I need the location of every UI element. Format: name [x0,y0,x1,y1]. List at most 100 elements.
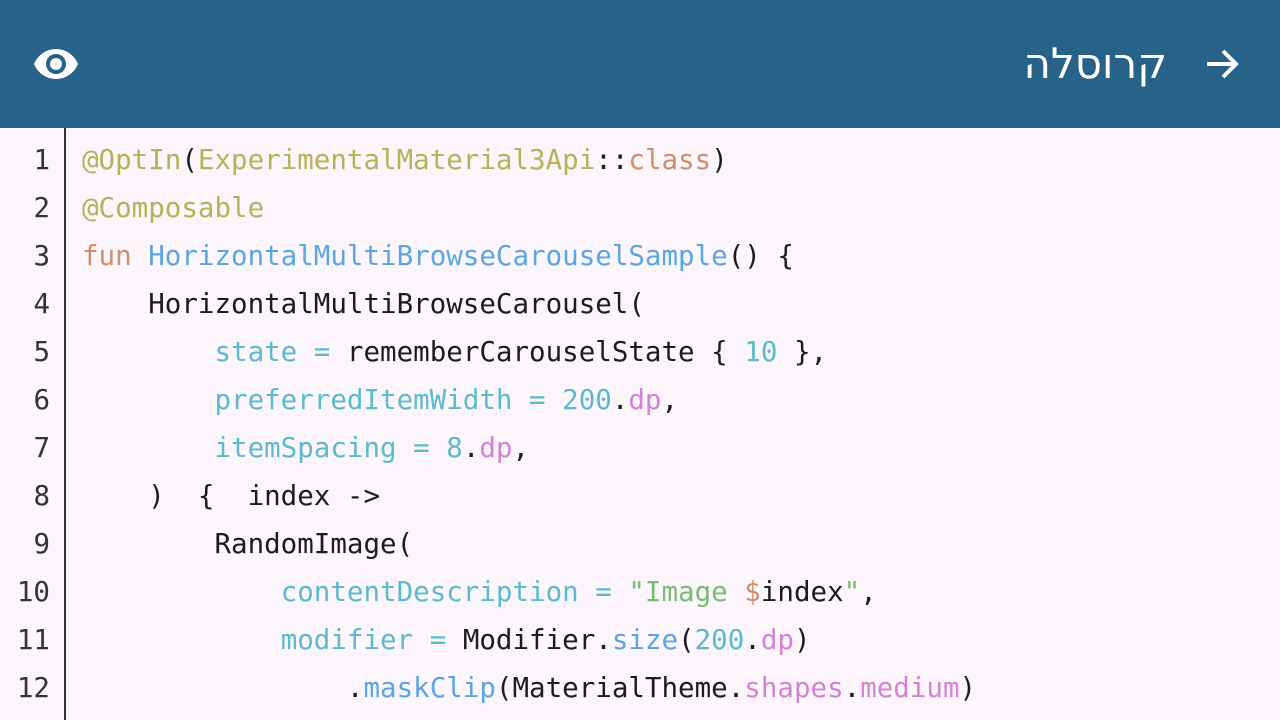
code-line: 10 contentDescription = "Image $index", [0,568,1280,616]
code-token: dp [479,432,513,464]
line-code: fun HorizontalMultiBrowseCarouselSample(… [82,232,794,280]
code-token: 200 [694,624,745,656]
code-token: preferredItemWidth [214,384,513,416]
code-token: Modifier [462,624,596,656]
code-token: dp [760,624,794,656]
eye-icon [34,49,78,79]
code-token: . [611,384,629,416]
code-token: @Composable [82,192,265,224]
code-token: ) [793,624,811,656]
view-toggle-button[interactable] [22,32,90,96]
code-token: ) [959,672,977,704]
code-token: = [396,432,447,464]
code-line: 1 @OptIn(ExperimentalMaterial3Api::class) [0,136,1280,184]
code-token: 10 [744,336,778,368]
code-line: 3 fun HorizontalMultiBrowseCarouselSample… [0,232,1280,280]
line-code: .maskClip(MaterialTheme.shapes.medium) [82,664,976,712]
line-code: contentDescription = "Image $index", [82,568,877,616]
code-token: . [595,624,612,656]
code-token: itemSpacing [214,432,397,464]
line-number: 7 [33,432,50,464]
code-token: . [462,432,480,464]
code-line: 5 state = rememberCarouselState { 10 }, [0,328,1280,376]
code-viewer: 1 @OptIn(ExperimentalMaterial3Api::class)… [0,128,1280,720]
code-line: 2 @Composable [0,184,1280,232]
code-line: 9 RandomImage( [0,520,1280,568]
code-token: " [843,576,861,608]
code-line: 8 ) { index -> [0,472,1280,520]
code-token: dp [628,384,662,416]
code-token: RandomImage( [82,528,414,560]
code-token: . [744,624,761,656]
back-button[interactable] [1190,32,1254,96]
code-token: shapes [744,672,844,704]
line-code: @Composable [82,184,264,232]
code-token: () { [727,240,794,272]
code-token: class [628,144,712,176]
code-token: "Image [628,576,745,608]
top-app-bar: קרוסלה [0,0,1280,128]
code-token: medium [860,672,960,704]
code-token: ( [678,624,695,656]
line-number: 1 [33,144,50,176]
code-token: $ [744,576,761,608]
code-token: . [82,672,364,704]
line-number: 2 [33,192,50,224]
code-token: HorizontalMultiBrowseCarousel( [82,288,645,320]
code-token: 200 [562,384,612,416]
code-token: . [843,672,861,704]
code-token: index [760,576,844,608]
code-token: , [661,384,679,416]
line-number: 4 [33,288,50,320]
code-token: :: [595,144,629,176]
arrow-forward-icon [1207,49,1239,79]
line-number: 12 [16,672,50,704]
code-token: = [413,624,463,656]
line-code: modifier = Modifier.size(200.dp) [82,616,811,664]
line-code: RandomImage( [82,520,413,568]
code-token: modifier [280,624,414,656]
line-number: 10 [16,576,50,608]
line-code: preferredItemWidth = 200.dp, [82,376,678,424]
code-token: ( [181,144,198,176]
code-token: = [512,384,563,416]
line-number: 8 [33,480,50,512]
line-code: itemSpacing = 8.dp, [82,424,529,472]
code-line: 12 .maskClip(MaterialTheme.shapes.medium… [0,664,1280,712]
code-token: ExperimentalMaterial3Api [197,144,596,176]
line-number: 9 [33,528,50,560]
code-token: maskClip [363,672,496,704]
code-token: }, [777,336,828,368]
code-line: 7 itemSpacing = 8.dp, [0,424,1280,472]
code-token: size [611,624,679,656]
code-token: , [860,576,877,608]
code-token: ) [711,144,728,176]
line-number: 11 [16,624,50,656]
line-code: state = rememberCarouselState { 10 }, [82,328,827,376]
code-line: 11 modifier = Modifier.size(200.dp) [0,616,1280,664]
code-token: ) { index -> [82,480,381,512]
code-token: HorizontalMultiBrowseCarouselSample [148,240,728,272]
code-line: 6 preferredItemWidth = 200.dp, [0,376,1280,424]
code-token: (MaterialTheme. [495,672,745,704]
line-number: 5 [33,336,50,368]
line-code: ) { index -> [82,472,380,520]
code-token: 8 [446,432,463,464]
code-token: fun [82,240,149,272]
code-token: , [512,432,530,464]
code-token: rememberCarouselState { [346,336,745,368]
code-token: @OptIn [82,144,182,176]
code-line: 4 HorizontalMultiBrowseCarousel( [0,280,1280,328]
line-number: 3 [33,240,50,272]
code-token: state [214,336,298,368]
code-token: = [297,336,347,368]
line-number: 6 [33,384,50,416]
page-title: קרוסלה [1023,39,1167,88]
line-code: @OptIn(ExperimentalMaterial3Api::class) [82,136,728,184]
line-code: HorizontalMultiBrowseCarousel( [82,280,645,328]
